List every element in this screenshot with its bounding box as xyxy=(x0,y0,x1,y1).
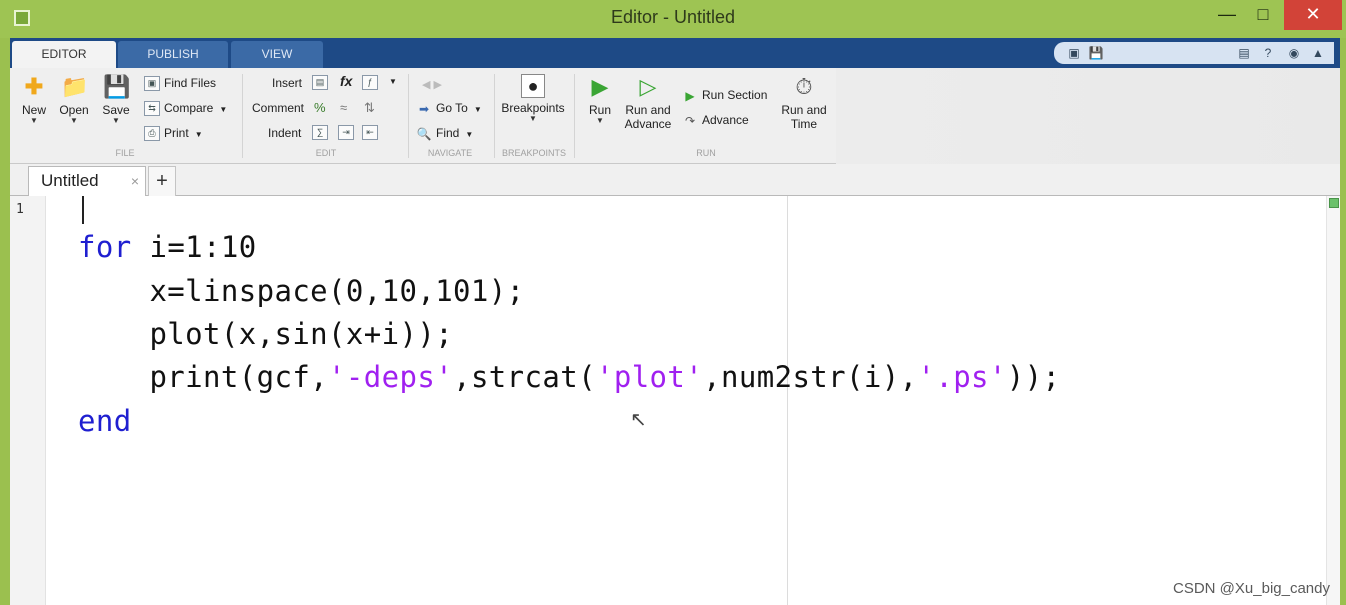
document-tab-bar: Untitled × + xyxy=(10,164,1340,196)
options-icon[interactable]: ◉ xyxy=(1286,45,1302,61)
title-bar: Editor - Untitled — □ ✕ xyxy=(0,0,1346,38)
compare-button[interactable]: ⇆ Compare ▼ xyxy=(144,99,227,117)
line-number-gutter: 1 xyxy=(10,196,46,605)
tab-untitled[interactable]: Untitled × xyxy=(28,166,146,196)
chevron-down-icon: ▼ xyxy=(219,105,228,114)
add-tab-button[interactable]: + xyxy=(148,166,176,196)
save-button[interactable]: 💾 Save ▼ xyxy=(92,74,140,125)
find-button[interactable]: 🔍 Find ▼ xyxy=(416,124,474,142)
comment-percent-icon[interactable]: % xyxy=(314,100,326,115)
go-to-icon: ➡ xyxy=(418,101,430,116)
section-label-breakpoints: BREAKPOINTS xyxy=(501,148,566,158)
section-label-run: RUN xyxy=(696,148,716,158)
insert-button[interactable]: Insert xyxy=(272,74,302,92)
folder-icon: 📁 xyxy=(61,74,89,99)
wrap-comment-icon[interactable]: ⇅ xyxy=(364,100,375,116)
stopwatch-icon: ⏱ xyxy=(795,74,813,99)
print-button[interactable]: ⎙ Print ▼ xyxy=(144,124,203,142)
chevron-down-icon[interactable]: ▼ xyxy=(389,77,397,86)
quick-access-toolbar: ▣ 💾 ▤ ? ◉ ▲ xyxy=(1054,42,1334,64)
tab-editor[interactable]: EDITOR xyxy=(12,41,116,68)
breakpoint-icon: ● xyxy=(521,74,545,98)
close-button[interactable]: ✕ xyxy=(1284,0,1342,30)
line-number: 1 xyxy=(16,202,24,217)
watermark: CSDN @Xu_big_candy xyxy=(1173,580,1330,597)
magnifier-icon: 🔍 xyxy=(416,126,432,141)
save-icon[interactable]: 💾 xyxy=(1088,45,1104,61)
indent-button[interactable]: Indent xyxy=(268,124,301,142)
right-margin-line xyxy=(787,196,788,605)
mouse-pointer-icon: ↖ xyxy=(630,409,647,431)
window-title: Editor - Untitled xyxy=(610,7,736,27)
code-line-plot[interactable]: plot(x,sin(x+i)); xyxy=(78,317,453,351)
find-files-button[interactable]: ▣ Find Files xyxy=(144,74,216,92)
run-and-advance-icon: ▷ xyxy=(639,74,657,99)
ribbon: ✚ New ▼ 📁 Open ▼ 💾 Save ▼ ▣ Find Files ⇆ C… xyxy=(10,68,1340,164)
advance-icon: ↷ xyxy=(684,113,696,128)
insert-function-icon[interactable]: ƒ xyxy=(362,75,378,90)
run-section-icon: ▶ xyxy=(685,88,695,103)
code-line-print[interactable]: print(gcf,'-deps',strcat('plot',num2str(… xyxy=(78,360,1060,394)
advance-button[interactable]: ↷ Advance xyxy=(682,111,749,129)
open-button[interactable]: 📁 Open ▼ xyxy=(50,74,98,125)
code-line-end[interactable]: end xyxy=(78,404,132,438)
collapse-ribbon-icon[interactable]: ▲ xyxy=(1310,45,1326,61)
chevron-down-icon: ▼ xyxy=(529,114,537,123)
undock-icon[interactable]: ▣ xyxy=(1066,45,1082,61)
section-label-navigate: NAVIGATE xyxy=(427,148,473,158)
play-icon: ▶ xyxy=(591,74,609,99)
code-editor[interactable]: 1 for i=1:10 x=linspace(0,10,101); plot(… xyxy=(10,196,1340,605)
plus-icon: ✚ xyxy=(24,74,44,99)
ribbon-tab-bar: EDITOR PUBLISH VIEW ▣ 💾 ▤ ? ◉ ▲ xyxy=(10,38,1340,68)
comment-button[interactable]: Comment xyxy=(252,99,304,117)
code-line-linspace[interactable]: x=linspace(0,10,101); xyxy=(78,274,525,308)
section-label-edit: EDIT xyxy=(315,148,337,158)
insert-section-icon[interactable]: ▤ xyxy=(312,75,328,90)
increase-indent-icon[interactable]: ⇥ xyxy=(338,125,354,140)
maximize-button[interactable]: □ xyxy=(1248,0,1278,30)
tab-publish[interactable]: PUBLISH xyxy=(118,41,228,68)
chevron-down-icon: ▼ xyxy=(70,116,78,125)
run-section-button[interactable]: ▶ Run Section xyxy=(682,86,767,104)
back-forward-icon[interactable]: ◀ ▶ xyxy=(422,78,442,91)
chevron-down-icon: ▼ xyxy=(194,130,203,139)
floppy-disk-icon: 💾 xyxy=(103,74,131,99)
decrease-indent-icon[interactable]: ⇤ xyxy=(362,125,378,140)
tab-view[interactable]: VIEW xyxy=(231,41,323,68)
help-icon[interactable]: ? xyxy=(1260,45,1276,61)
run-and-advance-button[interactable]: ▷ Run and Advance xyxy=(622,74,674,131)
compare-icon: ⇆ xyxy=(144,101,160,117)
chevron-down-icon: ▼ xyxy=(596,116,604,125)
find-files-icon: ▣ xyxy=(144,76,160,92)
breakpoints-button[interactable]: ● Breakpoints ▼ xyxy=(500,74,566,123)
chevron-down-icon: ▼ xyxy=(473,105,482,114)
smart-indent-icon[interactable]: ∑ xyxy=(312,125,328,140)
code-analyzer-status-icon[interactable] xyxy=(1329,198,1339,208)
vertical-scrollbar[interactable] xyxy=(1326,196,1340,605)
uncomment-icon[interactable]: ≈ xyxy=(340,100,347,115)
section-label-file: FILE xyxy=(115,148,135,158)
close-icon[interactable]: × xyxy=(131,167,139,195)
minimize-button[interactable]: — xyxy=(1212,0,1242,30)
chevron-down-icon: ▼ xyxy=(465,130,474,139)
run-and-time-button[interactable]: ⏱ Run and Time xyxy=(776,74,832,131)
function-icon[interactable]: fx xyxy=(340,73,352,89)
run-button[interactable]: ▶ Run ▼ xyxy=(576,74,624,125)
go-to-button[interactable]: ➡ Go To ▼ xyxy=(416,99,482,117)
code-line-for[interactable]: for i=1:10 xyxy=(78,230,257,264)
text-caret xyxy=(82,196,84,224)
layout-icon[interactable]: ▤ xyxy=(1236,45,1252,61)
printer-icon: ⎙ xyxy=(144,126,160,142)
chevron-down-icon: ▼ xyxy=(112,116,120,125)
